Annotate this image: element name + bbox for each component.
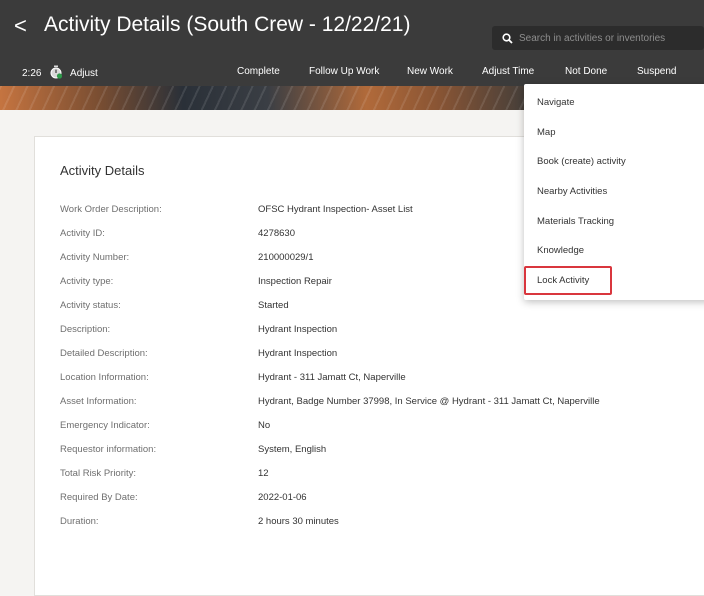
detail-row: Location Information: Hydrant - 311 Jama… xyxy=(0,372,704,388)
field-label: Required By Date: xyxy=(60,492,138,503)
detail-row: Asset Information: Hydrant, Badge Number… xyxy=(0,396,704,412)
field-label: Activity type: xyxy=(60,276,114,287)
menu-item-nearby-activities[interactable]: Nearby Activities xyxy=(537,186,607,197)
field-value: 210000029/1 xyxy=(258,252,314,263)
timer[interactable]: 2:26 Adjust xyxy=(22,65,98,79)
field-value: Hydrant Inspection xyxy=(258,324,338,335)
field-value: 2 hours 30 minutes xyxy=(258,516,339,527)
field-value: No xyxy=(258,420,271,431)
field-label: Activity Number: xyxy=(60,252,130,263)
field-label: Requestor information: xyxy=(60,444,157,455)
stopwatch-icon xyxy=(50,65,63,79)
complete-button[interactable]: Complete xyxy=(237,66,280,77)
field-label: Location Information: xyxy=(60,372,149,383)
field-value: System, English xyxy=(258,444,327,455)
field-label: Asset Information: xyxy=(60,396,137,407)
page-title: Activity Details (South Crew - 12/22/21) xyxy=(44,13,411,36)
follow-up-work-button[interactable]: Follow Up Work xyxy=(309,66,379,77)
action-toolbar: 2:26 Adjust Complete Follow Up Work New … xyxy=(0,62,704,84)
detail-row: Emergency Indicator: No xyxy=(0,420,704,436)
detail-row: Required By Date: 2022-01-06 xyxy=(0,492,704,508)
more-actions-menu: Navigate Map Book (create) activity Near… xyxy=(524,84,704,300)
field-value: Hydrant Inspection xyxy=(258,348,338,359)
field-value: 4278630 xyxy=(258,228,295,239)
field-label: Activity status: xyxy=(60,300,121,311)
field-label: Total Risk Priority: xyxy=(60,468,137,479)
menu-item-materials-tracking[interactable]: Materials Tracking xyxy=(537,216,614,227)
section-title: Activity Details xyxy=(60,163,145,178)
field-label: Activity ID: xyxy=(60,228,105,239)
timer-value: 2:26 xyxy=(22,68,42,79)
field-value: Hydrant - 311 Jamatt Ct, Naperville xyxy=(258,372,406,383)
field-label: Duration: xyxy=(60,516,99,527)
detail-row: Activity status: Started xyxy=(0,300,704,316)
search-input[interactable] xyxy=(519,32,699,44)
field-label: Description: xyxy=(60,324,111,335)
search-icon xyxy=(502,32,513,44)
detail-row: Requestor information: System, English xyxy=(0,444,704,460)
not-done-button[interactable]: Not Done xyxy=(565,66,607,77)
field-label: Emergency Indicator: xyxy=(60,420,150,431)
menu-item-map[interactable]: Map xyxy=(537,127,555,138)
field-value: OFSC Hydrant Inspection- Asset List xyxy=(258,204,413,215)
adjust-time-button[interactable]: Adjust Time xyxy=(482,66,534,77)
new-work-button[interactable]: New Work xyxy=(407,66,453,77)
field-value: Inspection Repair xyxy=(258,276,332,287)
adjust-timer-label[interactable]: Adjust xyxy=(70,68,98,79)
menu-item-lock-activity[interactable]: Lock Activity xyxy=(537,275,589,286)
suspend-button[interactable]: Suspend xyxy=(637,66,676,77)
header-bar: < Activity Details (South Crew - 12/22/2… xyxy=(0,0,704,86)
detail-row: Total Risk Priority: 12 xyxy=(0,468,704,484)
back-icon[interactable]: < xyxy=(14,15,27,37)
detail-row: Description: Hydrant Inspection xyxy=(0,324,704,340)
detail-row: Detailed Description: Hydrant Inspection xyxy=(0,348,704,364)
field-value: 2022-01-06 xyxy=(258,492,307,503)
menu-item-navigate[interactable]: Navigate xyxy=(537,97,575,108)
detail-row: Duration: 2 hours 30 minutes xyxy=(0,516,704,532)
field-value: 12 xyxy=(258,468,269,479)
menu-item-knowledge[interactable]: Knowledge xyxy=(537,245,584,256)
field-value: Started xyxy=(258,300,289,311)
field-label: Detailed Description: xyxy=(60,348,148,359)
search-box[interactable] xyxy=(492,26,704,50)
menu-item-book-activity[interactable]: Book (create) activity xyxy=(537,156,626,167)
field-label: Work Order Description: xyxy=(60,204,162,215)
field-value: Hydrant, Badge Number 37998, In Service … xyxy=(258,396,600,407)
